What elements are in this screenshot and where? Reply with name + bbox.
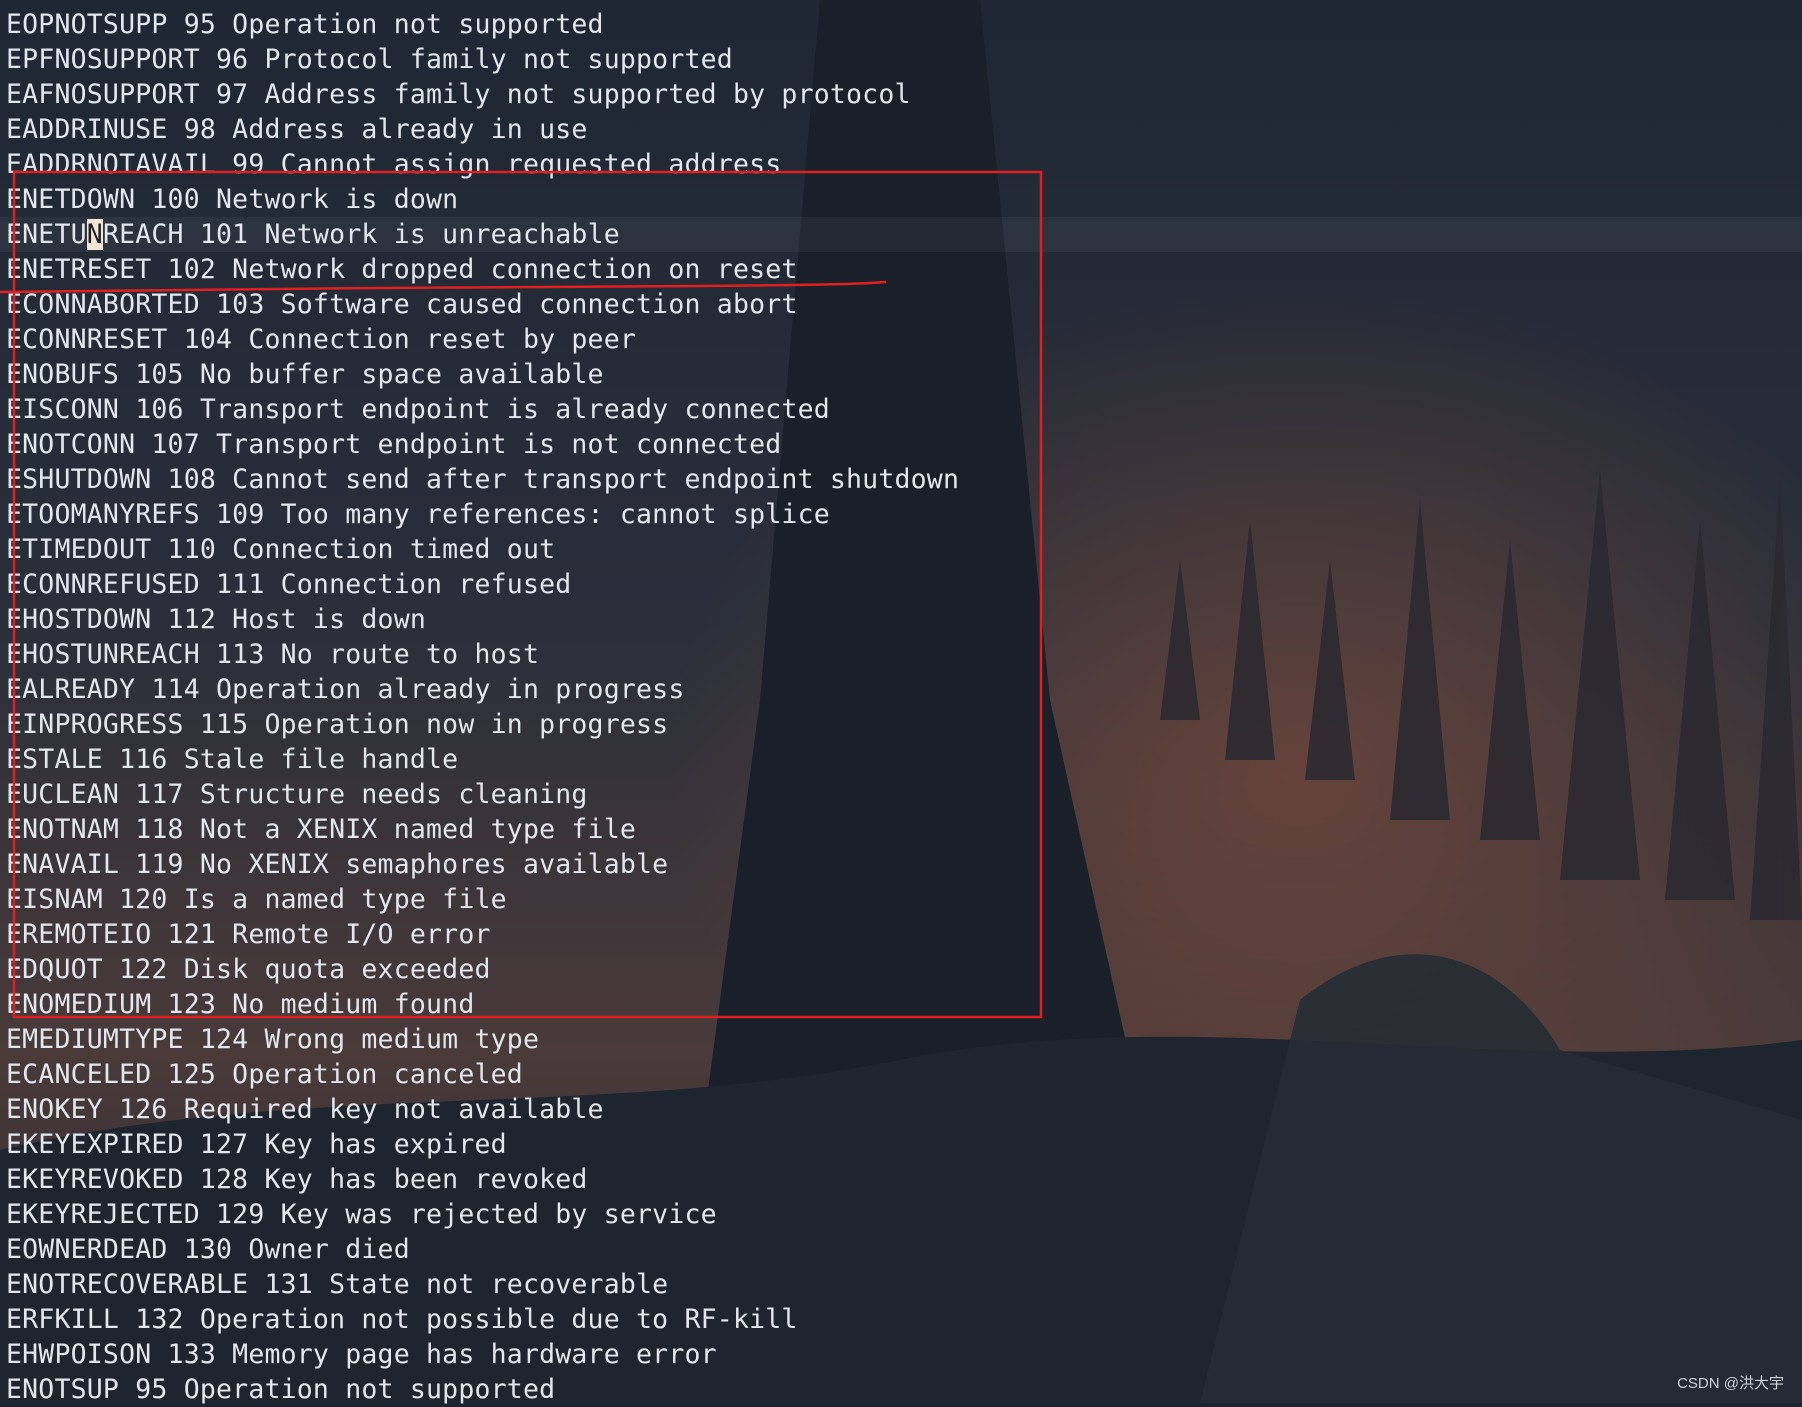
terminal-line: EINPROGRESS 115 Operation now in progres… [6, 709, 669, 740]
terminal-line: EUCLEAN 117 Structure needs cleaning [6, 779, 588, 810]
terminal-line: ENETRESET 102 Network dropped connection… [6, 254, 798, 285]
terminal-line: ENOTCONN 107 Transport endpoint is not c… [6, 429, 782, 460]
terminal-line: EADDRINUSE 98 Address already in use [6, 114, 588, 145]
terminal-line: ESTALE 116 Stale file handle [6, 744, 459, 775]
csdn-watermark: CSDN @洪大宇 [1677, 1375, 1784, 1392]
terminal-line: ENOTRECOVERABLE 131 State not recoverabl… [6, 1269, 669, 1300]
terminal-line: EHOSTDOWN 112 Host is down [6, 604, 427, 635]
terminal-line: EISCONN 106 Transport endpoint is alread… [6, 394, 830, 425]
terminal-line: ECONNABORTED 103 Software caused connect… [6, 289, 798, 320]
terminal-line: ENOMEDIUM 123 No medium found [6, 989, 475, 1020]
terminal-line: EKEYREJECTED 129 Key was rejected by ser… [6, 1199, 717, 1230]
terminal-line: ETIMEDOUT 110 Connection timed out [6, 534, 556, 565]
terminal-line: ENETDOWN 100 Network is down [6, 184, 459, 215]
terminal-line: ECONNRESET 104 Connection reset by peer [6, 324, 637, 355]
terminal-output[interactable]: EOPNOTSUPP 95 Operation not supported EP… [0, 0, 1802, 1405]
text-cursor: N [86, 219, 103, 250]
terminal-line: EALREADY 114 Operation already in progre… [6, 674, 685, 705]
terminal-line: ECANCELED 125 Operation canceled [6, 1059, 523, 1090]
terminal-line: ERFKILL 132 Operation not possible due t… [6, 1304, 798, 1335]
terminal-line: EADDRNOTAVAIL 99 Cannot assign requested… [6, 149, 782, 180]
terminal-line: EPFNOSUPPORT 96 Protocol family not supp… [6, 44, 733, 75]
terminal-line: EMEDIUMTYPE 124 Wrong medium type [6, 1024, 540, 1055]
terminal-line: EISNAM 120 Is a named type file [6, 884, 507, 915]
terminal-line: ENOKEY 126 Required key not available [6, 1094, 604, 1125]
terminal-line-cursor: ENETUNREACH 101 Network is unreachable [6, 217, 620, 252]
terminal-line: ECONNREFUSED 111 Connection refused [6, 569, 572, 600]
terminal-line: EKEYREVOKED 128 Key has been revoked [6, 1164, 588, 1195]
terminal-line: EAFNOSUPPORT 97 Address family not suppo… [6, 79, 911, 110]
terminal-line: EOPNOTSUPP 95 Operation not supported [6, 9, 604, 40]
terminal-line: EKEYEXPIRED 127 Key has expired [6, 1129, 507, 1160]
terminal-line: EREMOTEIO 121 Remote I/O error [6, 919, 491, 950]
terminal-line: ETOOMANYREFS 109 Too many references: ca… [6, 499, 830, 530]
terminal-line: EHOSTUNREACH 113 No route to host [6, 639, 540, 670]
cursor-line-before: ENETU [6, 219, 87, 250]
cursor-line-after: REACH 101 Network is unreachable [102, 219, 620, 250]
terminal-line: ENOTSUP 95 Operation not supported [6, 1374, 556, 1405]
terminal-line: ENAVAIL 119 No XENIX semaphores availabl… [6, 849, 669, 880]
terminal-line: EDQUOT 122 Disk quota exceeded [6, 954, 491, 985]
terminal-line: EOWNERDEAD 130 Owner died [6, 1234, 410, 1265]
terminal-line: EHWPOISON 133 Memory page has hardware e… [6, 1339, 717, 1370]
terminal-line: ENOTNAM 118 Not a XENIX named type file [6, 814, 637, 845]
terminal-line: ESHUTDOWN 108 Cannot send after transpor… [6, 464, 960, 495]
terminal-line: ENOBUFS 105 No buffer space available [6, 359, 604, 390]
